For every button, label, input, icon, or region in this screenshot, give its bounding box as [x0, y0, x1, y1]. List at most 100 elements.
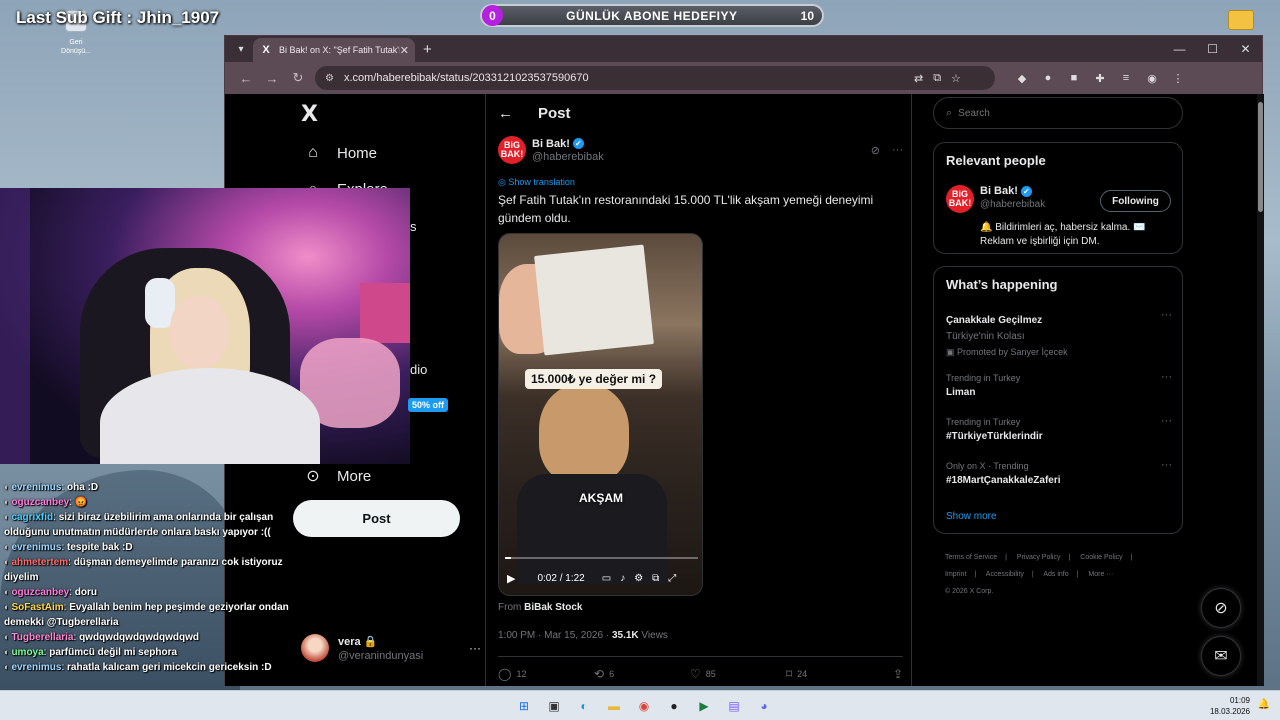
install-app-icon[interactable]: ⧉ [933, 72, 941, 85]
share-button[interactable]: ⇪ [893, 667, 903, 681]
chat-username: evrenimus [11, 482, 62, 493]
grok-icon[interactable]: ⊘ [871, 144, 880, 157]
messages-fab-icon[interactable]: ✉ [1201, 636, 1241, 676]
explorer-icon[interactable]: ▬ [602, 694, 626, 718]
nav-home[interactable]: ⌂ Home [303, 144, 377, 162]
avatar [301, 634, 329, 662]
notification-bell-icon[interactable]: 🔔 [1258, 699, 1270, 710]
video-progress-bar[interactable] [505, 557, 698, 559]
footer-link[interactable]: More ··· [1088, 571, 1113, 578]
repost-button[interactable]: ⟲ 6 [594, 667, 690, 681]
video-caption-top: 15.000₺ ye değer mi ? [525, 369, 663, 389]
footer-link[interactable]: Terms of Service [945, 554, 997, 561]
app-icon[interactable]: ▤ [722, 694, 746, 718]
extension-icon[interactable]: ■ [1061, 72, 1087, 85]
volume-icon[interactable]: ♪ [620, 573, 625, 584]
task-view-icon[interactable]: ▣ [542, 694, 566, 718]
bookmark-button[interactable]: ⌑ 24 [786, 667, 882, 681]
scrollbar-thumb[interactable] [1258, 102, 1263, 212]
trend-item[interactable]: Trending in Turkey #TürkiyeTürklerindir … [946, 415, 1172, 442]
from-source[interactable]: BiBak Stock [524, 602, 582, 613]
bookmark-star-icon[interactable]: ☆ [951, 72, 961, 85]
page-scrollbar[interactable] [1257, 94, 1264, 686]
trend-more-icon[interactable]: ··· [1161, 415, 1172, 427]
more-dots-icon[interactable]: ··· [469, 641, 481, 655]
media-icon[interactable]: ≡ [1113, 72, 1139, 85]
close-window-icon[interactable]: ✕ [1229, 42, 1262, 56]
reload-icon[interactable]: ↻ [285, 70, 311, 86]
post-header-title: Post [538, 104, 571, 122]
reply-button[interactable]: ◯ 12 [498, 667, 594, 681]
like-button[interactable]: ♡ 85 [690, 667, 786, 681]
puzzle-icon[interactable]: ✚ [1087, 72, 1113, 85]
captions-icon[interactable]: ▭ [602, 573, 611, 584]
system-clock[interactable]: 01:09 18.03.2026 [1210, 695, 1250, 717]
chat-message: ◐ oguzcanbey: 😡 [0, 495, 300, 510]
url-field[interactable]: ⚙ ⇄ ⧉ ☆ [315, 66, 995, 90]
author-avatar[interactable]: BiG BAK! [498, 136, 526, 164]
post-timestamp[interactable]: 1:00 PM · Mar 15, 2026 · [498, 630, 612, 641]
post-button[interactable]: Post [293, 500, 460, 537]
minimize-icon[interactable]: — [1163, 42, 1196, 56]
discord-icon[interactable]: ◕ [752, 694, 776, 718]
following-button[interactable]: Following [1100, 190, 1171, 212]
tab-search-dropdown-icon[interactable]: ▾ [229, 37, 253, 61]
search-input[interactable] [958, 107, 1159, 119]
url-input[interactable] [343, 72, 904, 84]
post-more-icon[interactable]: ··· [892, 144, 903, 157]
forward-icon[interactable]: → [259, 71, 285, 86]
right-sidebar: ⌕ Relevant people BiG BAK! Bi Bak!✓ @hab… [933, 94, 1185, 686]
terminal-icon[interactable]: ▶ [692, 694, 716, 718]
folder-icon[interactable] [1228, 10, 1254, 30]
footer-link[interactable]: Ads info [1043, 571, 1068, 578]
play-icon[interactable]: ▶ [507, 572, 515, 585]
trend-more-icon[interactable]: ··· [1161, 309, 1172, 321]
maximize-icon[interactable]: ☐ [1196, 42, 1229, 56]
trend-item[interactable]: Çanakkale Geçilmez Türkiye'nin Kolası ▣ … [946, 309, 1172, 358]
nav-more[interactable]: ⊙ More [303, 466, 371, 486]
bookmark-count: 24 [797, 669, 808, 679]
account-switcher[interactable]: vera 🔒 @veranindunyasi ··· [301, 634, 481, 662]
chat-text: qwdqwdqwdqwdqwdqwd [79, 632, 200, 643]
profile-avatar[interactable]: ◉ [1139, 72, 1165, 85]
chat-badge-icon: ◐ [4, 557, 10, 567]
browser-tab[interactable]: X Bi Bak! on X: "Şef Fatih Tutak'ın res … [253, 38, 415, 62]
new-tab-icon[interactable]: + [423, 41, 432, 58]
home-icon: ⌂ [308, 144, 318, 161]
x-logo-icon[interactable]: X [301, 102, 318, 127]
translate-icon[interactable]: ⇄ [914, 72, 923, 85]
webcam-led-light [0, 188, 30, 464]
trend-item[interactable]: Trending in Turkey Liman ··· [946, 371, 1172, 398]
picture-in-picture-icon[interactable]: ⧉ [652, 573, 659, 584]
author-name-row[interactable]: Bi Bak! ✓ [532, 138, 604, 150]
extension-icon[interactable]: ● [1035, 72, 1061, 85]
settings-icon[interactable]: ⚙ [634, 573, 643, 584]
trend-more-icon[interactable]: ··· [1161, 371, 1172, 383]
trend-more-icon[interactable]: ··· [1161, 459, 1172, 471]
relevant-avatar: BiG BAK! [946, 185, 974, 213]
relevant-bio: 🔔 Bildirimleri aç, habersiz kalma. ✉️ Re… [980, 222, 1146, 247]
search-box[interactable]: ⌕ [933, 97, 1183, 129]
chrome-icon[interactable]: ◉ [632, 694, 656, 718]
show-more-link[interactable]: Show more [946, 511, 997, 522]
edge-icon[interactable]: ◐ [572, 694, 596, 718]
footer-link[interactable]: Imprint [945, 571, 966, 578]
video-player[interactable]: 15.000₺ ye değer mi ? AKŞAM ▶ 0:02 / 1:2… [498, 233, 703, 596]
back-arrow-icon[interactable]: ← [498, 105, 526, 122]
recycle-bin-label: Geri Dönüşü... [61, 39, 91, 55]
trend-item[interactable]: Only on X · Trending #18MartÇanakkaleZaf… [946, 459, 1172, 486]
footer-link[interactable]: Accessibility [986, 571, 1024, 578]
extension-icon[interactable]: ◆ [1009, 72, 1035, 85]
footer-link[interactable]: Privacy Policy [1017, 554, 1061, 561]
fullscreen-icon[interactable]: ⤢ [668, 573, 676, 584]
footer-link[interactable]: Cookie Policy [1080, 554, 1122, 561]
windows-start-icon[interactable]: ⊞ [512, 694, 536, 718]
back-icon[interactable]: ← [233, 71, 259, 86]
site-info-icon[interactable]: ⚙ [325, 73, 334, 84]
close-tab-icon[interactable]: ✕ [400, 44, 409, 57]
grok-fab-icon[interactable]: ⊘ [1201, 588, 1241, 628]
author-handle[interactable]: @haberebibak [532, 151, 604, 163]
show-translation-link[interactable]: ◎ Show translation [498, 177, 575, 188]
obs-icon[interactable]: ● [662, 694, 686, 718]
menu-icon[interactable]: ⋮ [1165, 72, 1191, 85]
